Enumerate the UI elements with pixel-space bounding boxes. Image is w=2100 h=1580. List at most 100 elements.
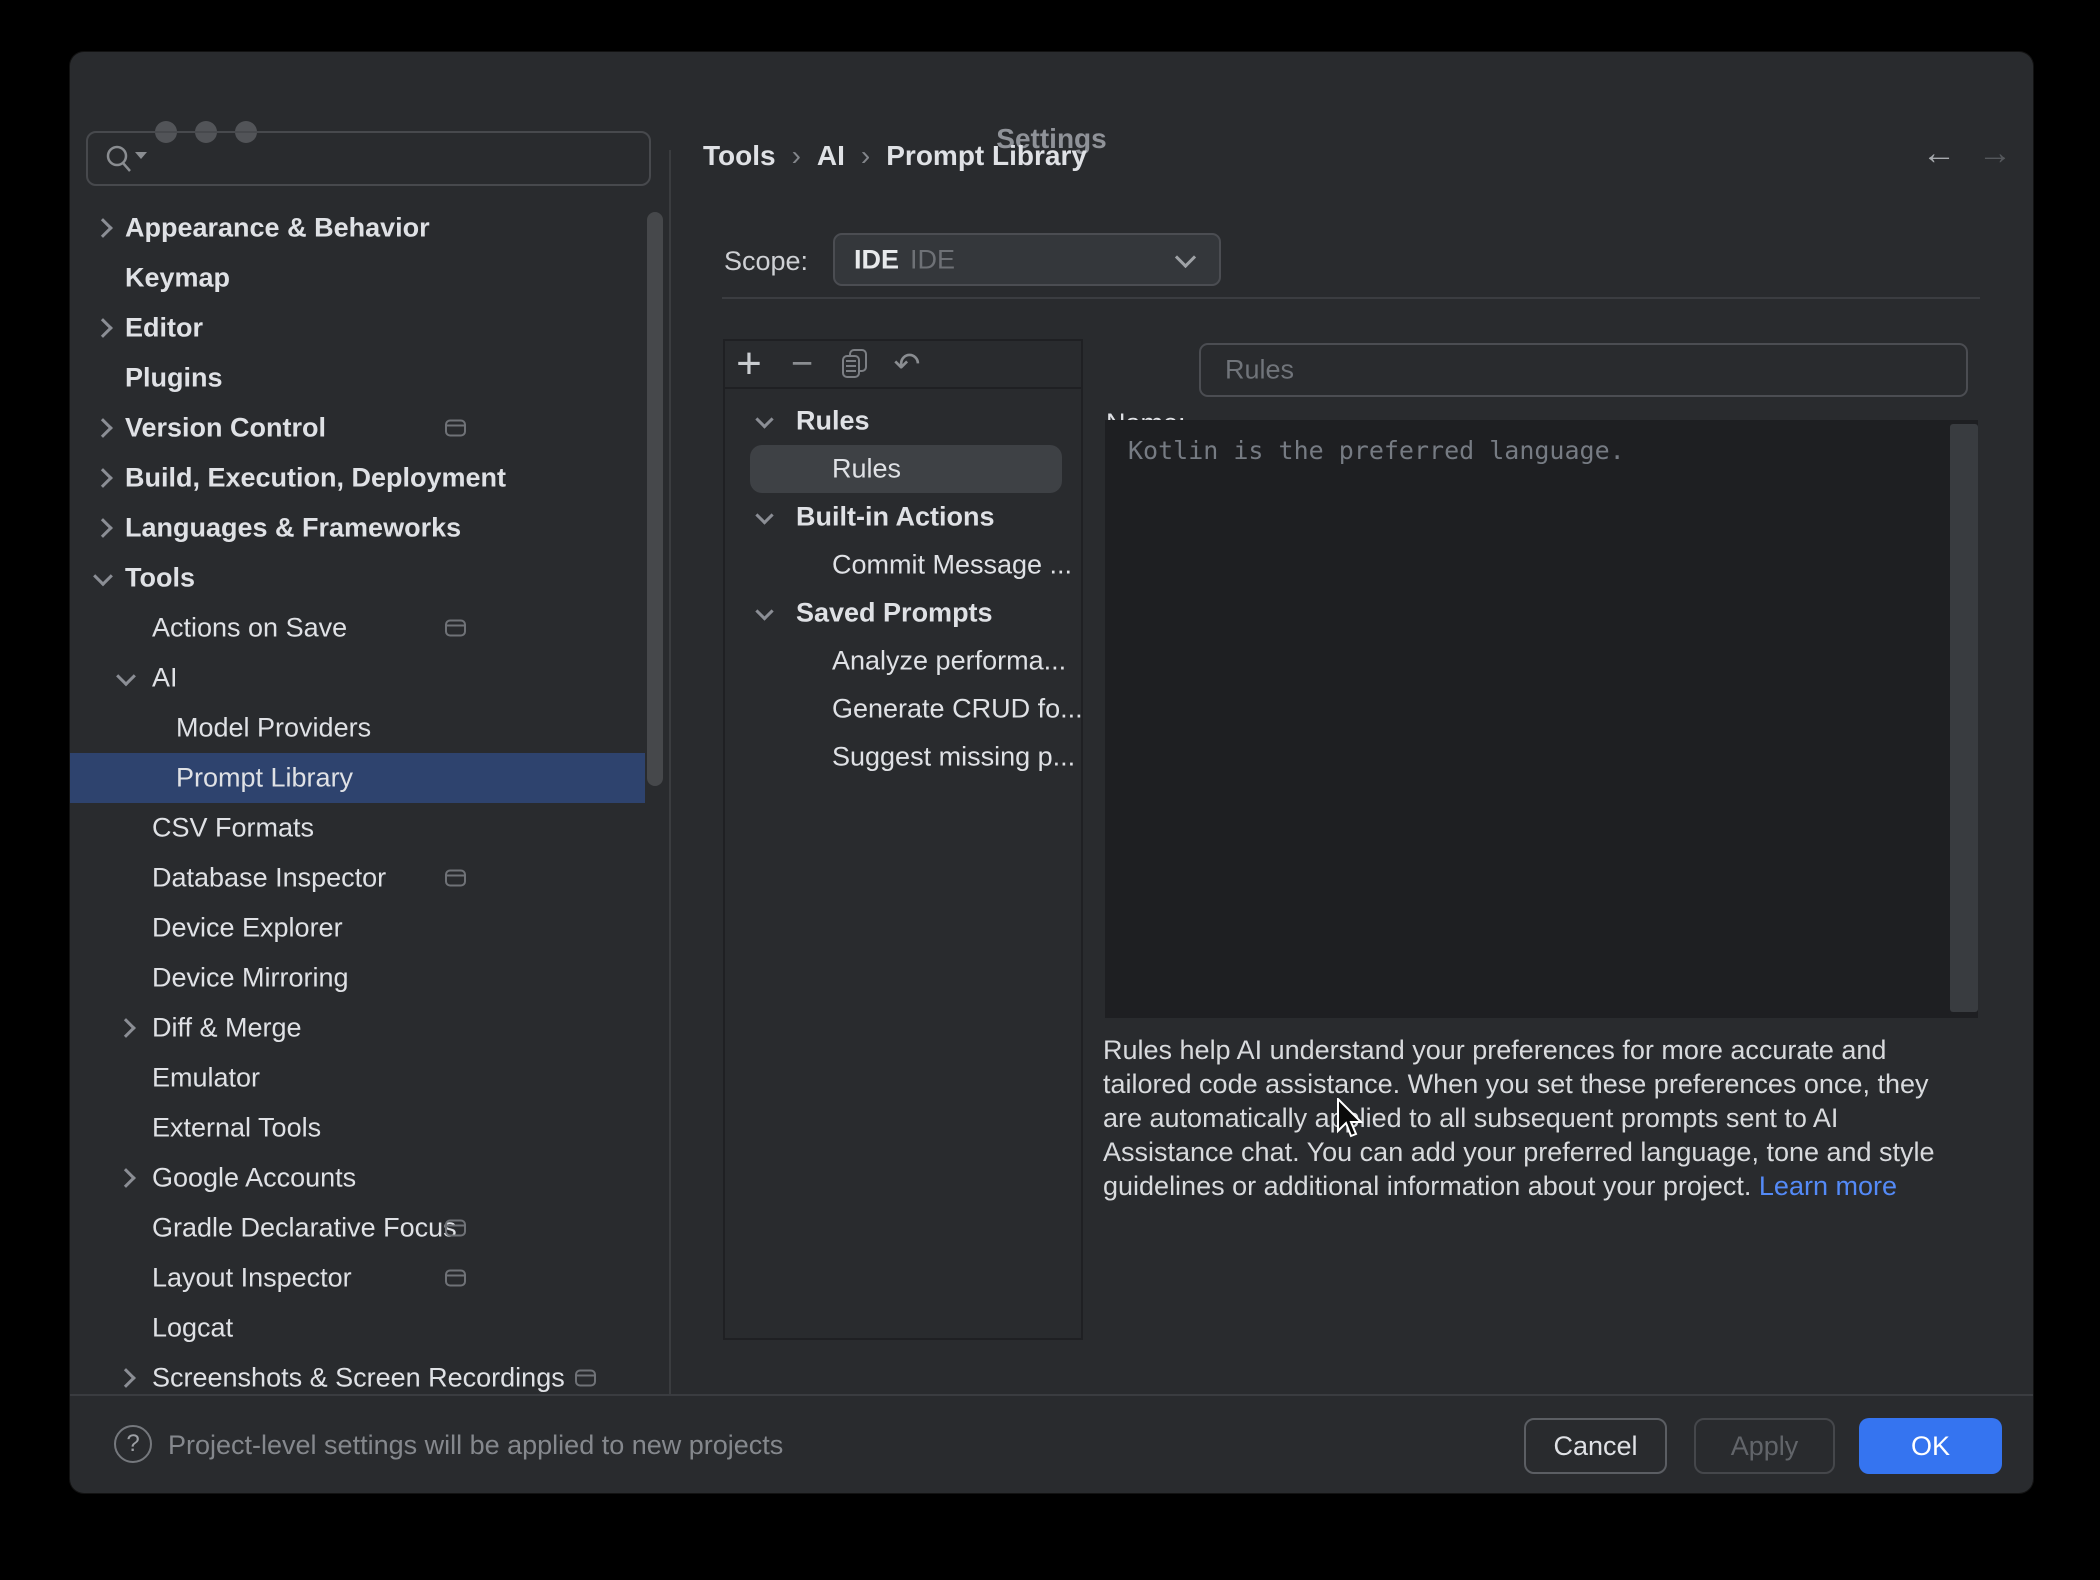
mouse-cursor xyxy=(1336,1098,1366,1140)
sidebar-item-label: Appearance & Behavior xyxy=(125,213,430,244)
sidebar-item-emulator[interactable]: Emulator xyxy=(70,1053,669,1103)
sidebar-item-label: External Tools xyxy=(152,1113,321,1144)
tree-item-commit-message[interactable]: Commit Message ... xyxy=(725,541,1081,589)
sidebar-item-label: Languages & Frameworks xyxy=(125,513,461,544)
sidebar-item-keymap[interactable]: Keymap xyxy=(70,253,669,303)
sidebar-item-label: Actions on Save xyxy=(152,613,347,644)
sidebar-item-label: Database Inspector xyxy=(152,863,386,894)
sidebar-item-label: Version Control xyxy=(125,413,326,444)
breadcrumb-prompt-library[interactable]: Prompt Library xyxy=(886,140,1087,172)
description: Rules help AI understand your preference… xyxy=(1103,1033,1965,1203)
chevron-right-icon[interactable] xyxy=(93,318,113,338)
sidebar-item-label: Editor xyxy=(125,313,203,344)
sidebar-item-editor[interactable]: Editor xyxy=(70,303,669,353)
sidebar-item-device-explorer[interactable]: Device Explorer xyxy=(70,903,669,953)
tree-row-label: Saved Prompts xyxy=(796,598,993,629)
tree-row-label: Rules xyxy=(796,406,870,437)
scope-label: Scope: xyxy=(724,246,808,277)
add-icon[interactable]: + xyxy=(729,341,769,387)
sidebar-item-database-inspector[interactable]: Database Inspector xyxy=(70,853,669,903)
sidebar-item-tools[interactable]: Tools xyxy=(70,553,669,603)
sidebar-item-build-execution-deployment[interactable]: Build, Execution, Deployment xyxy=(70,453,669,503)
chevron-down-icon[interactable] xyxy=(116,666,136,686)
breadcrumb-separator: › xyxy=(861,140,870,172)
chevron-right-icon[interactable] xyxy=(116,1168,136,1188)
panel-divider xyxy=(669,150,671,1394)
tree-row-label: Analyze performa... xyxy=(832,646,1066,677)
help-icon[interactable]: ? xyxy=(114,1425,152,1463)
name-field[interactable]: Rules xyxy=(1199,343,1968,397)
tree-group-rules[interactable]: Rules xyxy=(725,397,1081,445)
chevron-right-icon[interactable] xyxy=(93,468,113,488)
sidebar-item-label: Model Providers xyxy=(176,713,371,744)
scope-value: IDE xyxy=(854,244,899,275)
sidebar-scrollbar[interactable] xyxy=(647,212,663,786)
editor-scrollbar[interactable] xyxy=(1950,424,1978,1012)
name-field-value: Rules xyxy=(1225,355,1294,386)
footer-note: Project-level settings will be applied t… xyxy=(168,1430,783,1461)
sidebar-item-external-tools[interactable]: External Tools xyxy=(70,1103,669,1153)
sidebar-item-gradle-declarative-focus[interactable]: Gradle Declarative Focus xyxy=(70,1203,669,1253)
chevron-down-icon[interactable] xyxy=(93,566,113,586)
duplicate-icon[interactable] xyxy=(835,341,875,387)
sidebar-item-plugins[interactable]: Plugins xyxy=(70,353,669,403)
sidebar-item-label: Gradle Declarative Focus xyxy=(152,1213,457,1244)
chevron-down-icon[interactable] xyxy=(755,410,773,428)
sidebar-item-appearance-behavior[interactable]: Appearance & Behavior xyxy=(70,203,669,253)
chevron-right-icon[interactable] xyxy=(116,1368,136,1388)
forward-arrow-icon[interactable]: → xyxy=(1978,136,2012,170)
undo-icon[interactable]: ↶ xyxy=(887,341,927,387)
sidebar-item-layout-inspector[interactable]: Layout Inspector xyxy=(70,1253,669,1303)
breadcrumb-tools[interactable]: Tools xyxy=(703,140,776,172)
sidebar-item-label: Screenshots & Screen Recordings xyxy=(152,1363,565,1394)
tree-item-rules[interactable]: Rules xyxy=(725,445,1081,493)
apply-button[interactable]: Apply xyxy=(1694,1418,1835,1474)
chevron-right-icon[interactable] xyxy=(93,418,113,438)
sidebar-item-google-accounts[interactable]: Google Accounts xyxy=(70,1153,669,1203)
sidebar-list: Appearance & Behavior Keymap Editor Plugins… xyxy=(70,52,669,1394)
sidebar-item-label: CSV Formats xyxy=(152,813,314,844)
sidebar-item-label: Build, Execution, Deployment xyxy=(125,463,506,494)
settings-window: Settings Appearance & BehaviorKeymapEdit… xyxy=(70,52,2033,1493)
tree-toolbar: + − ↶ xyxy=(725,341,1081,389)
learn-more-link[interactable]: Learn more xyxy=(1759,1171,1897,1201)
cancel-button[interactable]: Cancel xyxy=(1524,1418,1667,1474)
sidebar-item-actions-on-save[interactable]: Actions on Save xyxy=(70,603,669,653)
tree-item-generate-crud-fo[interactable]: Generate CRUD fo... xyxy=(725,685,1081,733)
remove-icon[interactable]: − xyxy=(782,341,822,387)
sidebar-item-languages-frameworks[interactable]: Languages & Frameworks xyxy=(70,503,669,553)
sidebar-item-version-control[interactable]: Version Control xyxy=(70,403,669,453)
sidebar-item-label: Logcat xyxy=(152,1313,233,1344)
sidebar-item-label: Layout Inspector xyxy=(152,1263,352,1294)
sidebar-item-ai[interactable]: AI xyxy=(70,653,669,703)
tree-item-suggest-missing-p[interactable]: Suggest missing p... xyxy=(725,733,1081,781)
sidebar-item-label: Diff & Merge xyxy=(152,1013,302,1044)
chevron-right-icon[interactable] xyxy=(116,1018,136,1038)
sidebar-item-diff-merge[interactable]: Diff & Merge xyxy=(70,1003,669,1053)
sidebar-item-label: Plugins xyxy=(125,363,223,394)
back-arrow-icon[interactable]: ← xyxy=(1922,136,1956,170)
sidebar-item-prompt-library[interactable]: Prompt Library xyxy=(70,753,645,803)
sidebar-item-model-providers[interactable]: Model Providers xyxy=(70,703,669,753)
sidebar-item-csv-formats[interactable]: CSV Formats xyxy=(70,803,669,853)
chevron-right-icon[interactable] xyxy=(93,518,113,538)
ok-button[interactable]: OK xyxy=(1859,1418,2002,1474)
tree-group-built-in-actions[interactable]: Built-in Actions xyxy=(725,493,1081,541)
prompt-tree-panel: + − ↶ RulesRulesBuilt-in ActionsCommit M… xyxy=(723,339,1083,1340)
prompt-editor[interactable]: Kotlin is the preferred language. xyxy=(1105,420,1978,1018)
sidebar-item-device-mirroring[interactable]: Device Mirroring xyxy=(70,953,669,1003)
scope-dropdown[interactable]: IDE IDE xyxy=(833,233,1221,286)
chevron-down-icon[interactable] xyxy=(755,506,773,524)
sidebar-item-label: AI xyxy=(152,663,178,694)
breadcrumb-ai[interactable]: AI xyxy=(817,140,845,172)
footer-separator xyxy=(70,1394,2033,1396)
header-separator xyxy=(722,297,1980,299)
chevron-down-icon[interactable] xyxy=(755,602,773,620)
project-level-icon xyxy=(445,620,466,637)
sidebar-item-logcat[interactable]: Logcat xyxy=(70,1303,669,1353)
tree-group-saved-prompts[interactable]: Saved Prompts xyxy=(725,589,1081,637)
sidebar-item-label: Keymap xyxy=(125,263,230,294)
chevron-right-icon[interactable] xyxy=(93,218,113,238)
project-level-icon xyxy=(445,1270,466,1287)
tree-item-analyze-performa[interactable]: Analyze performa... xyxy=(725,637,1081,685)
